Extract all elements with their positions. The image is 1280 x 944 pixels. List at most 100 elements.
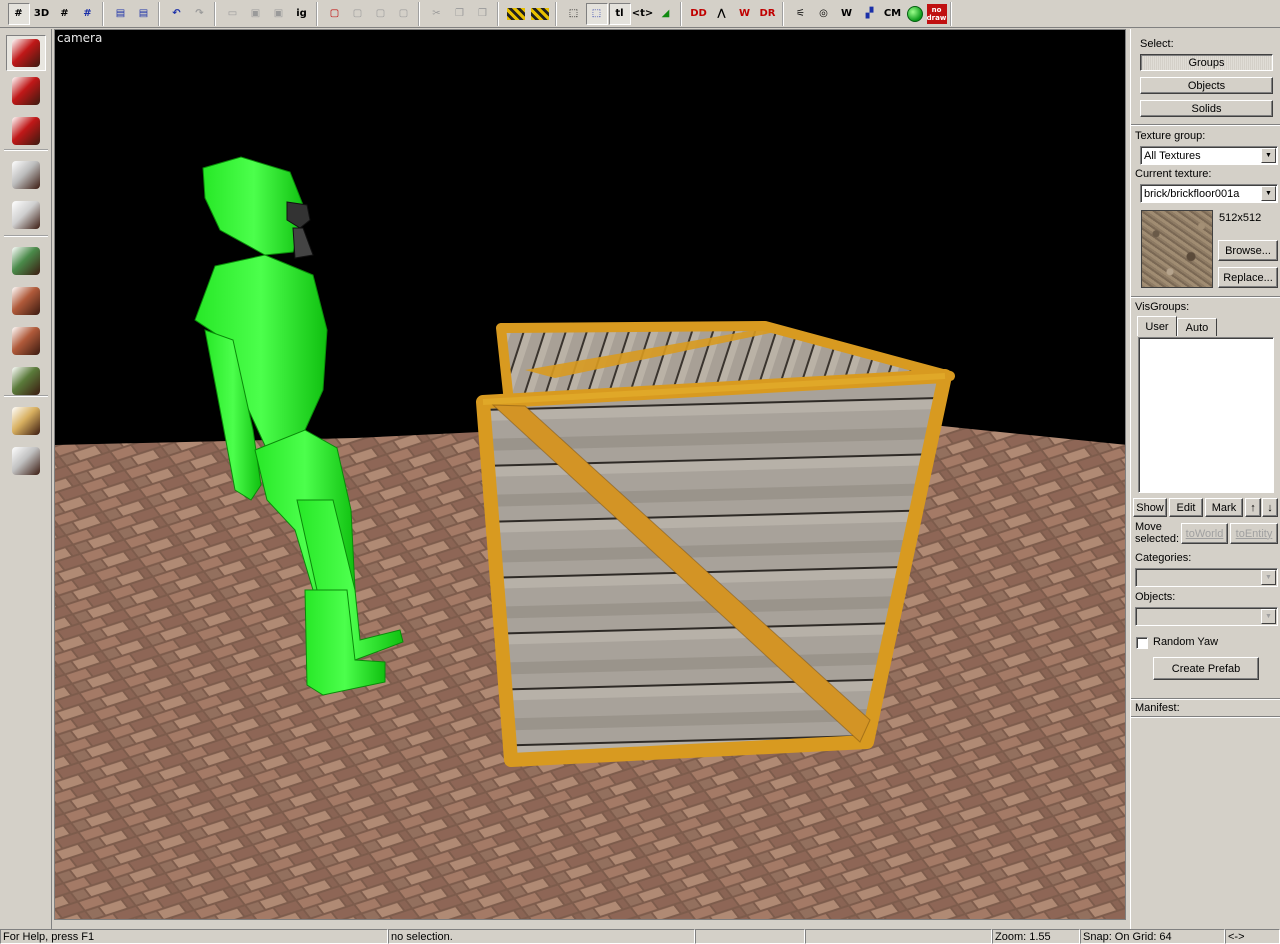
- visgroups-list[interactable]: [1138, 337, 1274, 493]
- manifest-label: Manifest:: [1135, 702, 1180, 714]
- texture-group-dropdown[interactable]: All Textures ▼: [1140, 146, 1278, 165]
- overlay-tool[interactable]: [6, 363, 46, 399]
- texture-size: 512x512: [1219, 212, 1262, 224]
- compile-button[interactable]: ◎: [813, 3, 835, 25]
- tab-auto[interactable]: Auto: [1177, 318, 1217, 336]
- current-texture-label: Current texture:: [1135, 168, 1212, 180]
- green-display-button[interactable]: [907, 5, 923, 22]
- main-toolbar: #3D # # ▤ ▤ ↶ ↷ ▭ ▣ ▣ ig ▢ ▢ ▢ ▢ ✂ ❐ ❒ ⬚ ⬚ tl <t> ◢ DD ⋀ W DR ⚟ ◎ W ▞ C…: [0, 0, 1280, 28]
- redo-button[interactable]: ↷: [189, 3, 211, 25]
- apply-current-texture-tool-icon: [12, 287, 40, 315]
- ignore-groups-button[interactable]: ig: [291, 3, 313, 25]
- random-yaw-checkbox[interactable]: [1136, 637, 1148, 649]
- show-all-button[interactable]: ▢: [370, 3, 392, 25]
- carve-button[interactable]: ▭: [222, 3, 244, 25]
- replace-button[interactable]: Replace...: [1218, 267, 1278, 288]
- toolbar-group: ⬚ ⬚ tl <t> ◢: [559, 1, 681, 26]
- selection-tool[interactable]: [6, 35, 46, 71]
- grid-larger-button[interactable]: #: [77, 3, 99, 25]
- to-entity-button[interactable]: toEntity: [1230, 523, 1278, 544]
- status-selection: no selection.: [388, 929, 695, 944]
- show-visgroup-button[interactable]: Show: [1133, 498, 1167, 517]
- paste-button[interactable]: ❒: [472, 3, 494, 25]
- wireframe-button[interactable]: W: [836, 3, 858, 25]
- camera-viewport[interactable]: camera: [54, 29, 1126, 920]
- cut-button[interactable]: ✂: [426, 3, 448, 25]
- select-solids-button[interactable]: Solids: [1140, 100, 1273, 117]
- to-world-button[interactable]: toWorld: [1181, 523, 1228, 544]
- select-objects-button[interactable]: Objects: [1140, 77, 1273, 94]
- entity-report-button[interactable]: DR: [757, 3, 779, 25]
- chevron-down-icon[interactable]: ▼: [1261, 570, 1276, 585]
- ungroup-button[interactable]: ▣: [268, 3, 290, 25]
- tab-user[interactable]: User: [1137, 316, 1177, 336]
- browse-button[interactable]: Browse...: [1218, 240, 1278, 261]
- selection-tool-icon: [12, 39, 40, 67]
- run-map-button[interactable]: ⚟: [790, 3, 812, 25]
- copy-button[interactable]: ❐: [449, 3, 471, 25]
- load-window-state-button[interactable]: ▤: [110, 3, 132, 25]
- separator: [1131, 716, 1280, 718]
- separator: [1131, 698, 1280, 700]
- create-prefab-button[interactable]: Create Prefab: [1153, 657, 1259, 680]
- decal-tool[interactable]: [6, 323, 46, 359]
- arrow-down-icon[interactable]: ↓: [1262, 498, 1278, 517]
- grid-toggle-button[interactable]: #: [7, 2, 30, 25]
- visgroups-label: VisGroups:: [1135, 301, 1190, 313]
- transform-button[interactable]: ◢: [655, 3, 677, 25]
- texture-application-tool[interactable]: [6, 243, 46, 279]
- status-zoom: Zoom: 1.55: [992, 929, 1080, 944]
- group-button[interactable]: ▣: [245, 3, 267, 25]
- texture-lock-button[interactable]: tl: [608, 2, 631, 25]
- toolbar-hatch-1[interactable]: [507, 7, 525, 20]
- clipping-tool-button[interactable]: ⋀: [711, 3, 733, 25]
- no-draw-button[interactable]: no draw: [926, 3, 947, 24]
- save-window-state-button[interactable]: ▤: [133, 3, 155, 25]
- toolbar-group: #3D # #: [4, 1, 103, 26]
- texture-preview[interactable]: [1141, 210, 1213, 288]
- move-selected-label: Move selected:: [1135, 521, 1180, 545]
- camera-tool[interactable]: [6, 113, 46, 149]
- clip-tool[interactable]: [6, 403, 46, 439]
- chevron-down-icon[interactable]: ▼: [1261, 609, 1276, 624]
- block-tool-icon: [12, 201, 40, 229]
- block-tool[interactable]: [6, 197, 46, 233]
- objects-dropdown[interactable]: ▼: [1135, 607, 1278, 626]
- create-visgroup-button[interactable]: ▢: [393, 3, 415, 25]
- mark-visgroup-button[interactable]: Mark: [1205, 498, 1243, 517]
- vertex-tool-icon: [12, 447, 40, 475]
- selection-box-button[interactable]: ⬚: [563, 3, 585, 25]
- status-nav: <->: [1225, 929, 1280, 944]
- cordon-button[interactable]: CM: [882, 3, 904, 25]
- hide-unselected-button[interactable]: ▢: [347, 3, 369, 25]
- flat-shaded-button[interactable]: ▞: [859, 3, 881, 25]
- clip-tool-icon: [12, 407, 40, 435]
- entity-tool[interactable]: [6, 157, 46, 193]
- viewport-label: camera: [57, 31, 103, 45]
- toolbar-group: ▭ ▣ ▣ ig: [218, 1, 317, 26]
- vertex-tool-button[interactable]: W: [734, 3, 756, 25]
- toolbar-group: ✂ ❐ ❒: [422, 1, 498, 26]
- texture-group-label: Texture group:: [1135, 130, 1206, 142]
- selection-handles-button[interactable]: ⬚: [585, 2, 608, 25]
- categories-label: Categories:: [1135, 552, 1192, 564]
- hide-selected-button[interactable]: ▢: [324, 3, 346, 25]
- vertex-tool[interactable]: [6, 443, 46, 479]
- apply-current-texture-tool[interactable]: [6, 283, 46, 319]
- separator: [1131, 296, 1280, 298]
- chevron-down-icon[interactable]: ▼: [1261, 186, 1276, 201]
- toolbar-hatch-2[interactable]: [531, 7, 549, 20]
- undo-button[interactable]: ↶: [166, 3, 188, 25]
- edit-visgroup-button[interactable]: Edit: [1169, 498, 1203, 517]
- arrow-up-icon[interactable]: ↑: [1245, 498, 1261, 517]
- overlay-tool-icon: [12, 367, 40, 395]
- magnify-tool[interactable]: [6, 73, 46, 109]
- show-entity-names-button[interactable]: DD: [688, 3, 710, 25]
- texture-scale-lock-button[interactable]: <t>: [632, 3, 654, 25]
- chevron-down-icon[interactable]: ▼: [1261, 148, 1276, 163]
- grid-smaller-button[interactable]: #: [54, 3, 76, 25]
- select-groups-button[interactable]: Groups: [1140, 54, 1273, 71]
- current-texture-dropdown[interactable]: brick/brickfloor001a ▼: [1140, 184, 1278, 203]
- 3d-grid-button[interactable]: 3D: [31, 3, 53, 25]
- categories-dropdown[interactable]: ▼: [1135, 568, 1278, 587]
